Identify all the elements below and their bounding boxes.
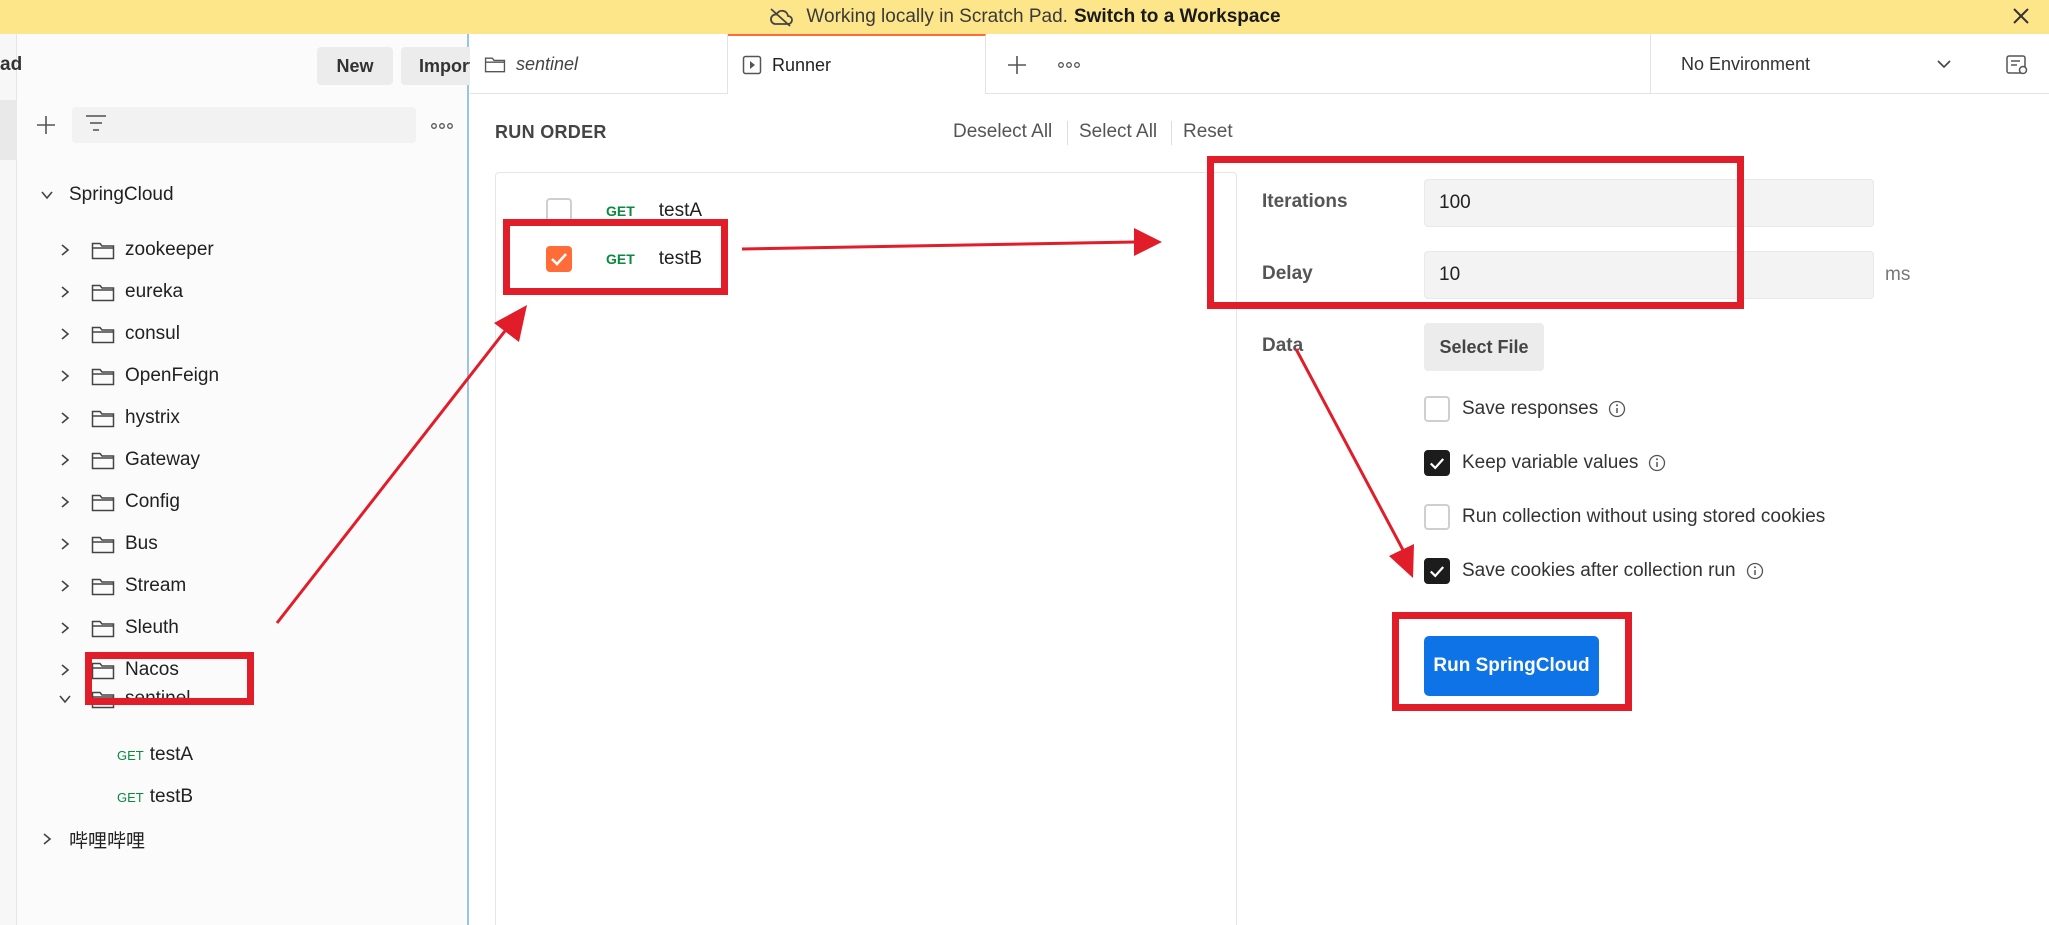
- arrow-to-settings: [741, 240, 1136, 251]
- arrow-to-run: [1294, 348, 1405, 551]
- annotation-arrows: [275, 228, 1414, 624]
- arrow-to-testb: [275, 321, 514, 624]
- arrow-head: [1134, 228, 1162, 256]
